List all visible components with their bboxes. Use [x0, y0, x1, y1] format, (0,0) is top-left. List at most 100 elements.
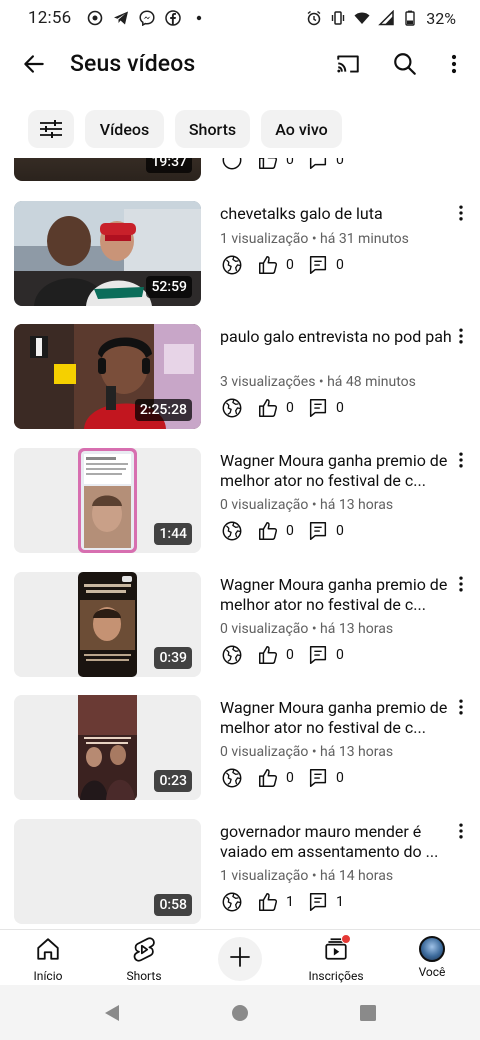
globe-icon	[220, 643, 244, 667]
create-button[interactable]	[218, 937, 262, 981]
video-thumbnail[interactable]: 19:37	[14, 158, 201, 181]
video-more-icon[interactable]	[450, 201, 472, 225]
status-bar: 12:56 32%	[0, 0, 480, 36]
dot-icon	[191, 10, 207, 26]
video-title[interactable]: governador mauro mender é vaiado em asse…	[220, 822, 452, 861]
video-stats: 0 0	[220, 519, 356, 543]
video-duration: 0:39	[154, 647, 192, 669]
video-row[interactable]: 2:25:28 paulo galo entrevista no pod pah…	[0, 324, 480, 430]
like-icon	[256, 519, 280, 543]
wifi-icon	[354, 10, 370, 26]
at-sign-icon	[87, 10, 103, 26]
nav-you[interactable]: Você	[392, 936, 472, 986]
comment-count: 0	[336, 400, 344, 416]
video-thumbnail[interactable]: 0:23	[14, 695, 201, 800]
video-row[interactable]: 0:58 governador mauro mender é vaiado em…	[0, 819, 480, 925]
comment-icon	[306, 158, 330, 172]
status-time: 12:56	[28, 8, 72, 28]
system-back-icon[interactable]	[100, 1001, 124, 1025]
video-thumbnail[interactable]: 1:44	[14, 448, 201, 553]
more-vertical-icon[interactable]	[434, 44, 474, 84]
video-duration: 0:58	[154, 894, 192, 916]
comment-icon	[306, 766, 330, 790]
like-count: 0	[286, 257, 294, 273]
video-thumbnail[interactable]: 52:59	[14, 201, 201, 306]
video-duration: 52:59	[146, 276, 192, 298]
comment-count: 1	[336, 894, 344, 910]
telegram-icon	[113, 10, 129, 26]
system-recents-icon[interactable]	[356, 1001, 380, 1025]
chip-live[interactable]: Ao vivo	[261, 110, 342, 148]
like-count: 1	[286, 894, 294, 910]
bottom-nav: Início Shorts Inscrições Você	[0, 929, 480, 985]
video-title[interactable]: paulo galo entrevista no pod pah	[220, 327, 452, 347]
video-row[interactable]: 0:39 Wagner Moura ganha premio de melhor…	[0, 572, 480, 678]
page-title: Seus vídeos	[70, 50, 196, 77]
video-more-icon[interactable]	[450, 819, 472, 843]
comment-icon	[306, 253, 330, 277]
home-icon	[35, 936, 61, 966]
video-row[interactable]: 52:59 chevetalks galo de luta 1 visualiz…	[0, 201, 480, 307]
video-meta: 1 visualização • há 14 horas	[220, 868, 394, 884]
video-thumbnail[interactable]: 2:25:28	[14, 324, 201, 429]
alarm-icon	[306, 10, 322, 26]
comment-count: 0	[336, 523, 344, 539]
video-more-icon[interactable]	[450, 448, 472, 472]
vibrate-icon	[330, 10, 346, 26]
filter-settings-button[interactable]	[28, 110, 74, 148]
video-meta: 1 visualização • há 31 minutos	[220, 231, 409, 247]
chip-shorts[interactable]: Shorts	[175, 110, 250, 148]
sliders-icon	[40, 120, 62, 138]
nav-home[interactable]: Início	[8, 936, 88, 986]
back-arrow-icon[interactable]	[14, 44, 54, 84]
video-duration: 2:25:28	[134, 399, 192, 421]
video-stats: 0 0	[220, 158, 356, 172]
video-more-icon[interactable]	[450, 695, 472, 719]
globe-icon	[220, 396, 244, 420]
comment-icon	[306, 396, 330, 420]
video-title[interactable]: Wagner Moura ganha premio de melhor ator…	[220, 451, 452, 490]
nav-shorts[interactable]: Shorts	[104, 936, 184, 986]
chip-videos[interactable]: Vídeos	[85, 110, 164, 148]
video-duration: 19:37	[146, 158, 192, 173]
video-stats: 0 0	[220, 253, 356, 277]
signal-icon	[378, 10, 395, 26]
shorts-icon	[131, 936, 157, 966]
globe-icon	[220, 766, 244, 790]
video-title[interactable]: Wagner Moura ganha premio de melhor ator…	[220, 575, 452, 614]
battery-level: 32%	[426, 8, 456, 28]
cast-icon[interactable]	[328, 44, 368, 84]
messenger-icon	[139, 10, 155, 26]
video-duration: 0:23	[154, 770, 192, 792]
video-more-icon[interactable]	[450, 324, 472, 348]
video-stats: 0 0	[220, 766, 356, 790]
search-icon[interactable]	[385, 44, 425, 84]
video-row[interactable]: 0:23 Wagner Moura ganha premio de melhor…	[0, 695, 480, 801]
nav-shorts-label: Shorts	[126, 969, 162, 983]
globe-icon	[220, 158, 244, 172]
nav-home-label: Início	[33, 969, 63, 983]
nav-you-label: Você	[418, 965, 446, 979]
nav-subscriptions[interactable]: Inscrições	[296, 934, 376, 986]
globe-icon	[220, 253, 244, 277]
video-meta: 0 visualização • há 13 horas	[220, 744, 394, 760]
video-title[interactable]: Wagner Moura ganha premio de melhor ator…	[220, 698, 452, 737]
system-home-icon[interactable]	[228, 1001, 252, 1025]
video-title[interactable]: chevetalks galo de luta	[220, 204, 452, 224]
globe-icon	[220, 519, 244, 543]
video-thumbnail[interactable]: 0:39	[14, 572, 201, 677]
create-plus-icon	[228, 945, 252, 973]
comment-icon	[306, 643, 330, 667]
like-count: 0	[286, 770, 294, 786]
video-row[interactable]: 1:44 Wagner Moura ganha premio de melhor…	[0, 448, 480, 554]
video-stats: 0 0	[220, 643, 356, 667]
video-thumbnail[interactable]: 0:58	[14, 819, 201, 924]
like-icon	[256, 253, 280, 277]
video-row[interactable]: 19:37 0 0	[0, 158, 480, 182]
like-count: 0	[286, 158, 294, 168]
video-meta: 0 visualização • há 13 horas	[220, 621, 394, 637]
comment-count: 0	[336, 770, 344, 786]
video-more-icon[interactable]	[450, 572, 472, 596]
app-bar: Seus vídeos	[0, 36, 480, 92]
video-stats: 1 1	[220, 890, 356, 914]
